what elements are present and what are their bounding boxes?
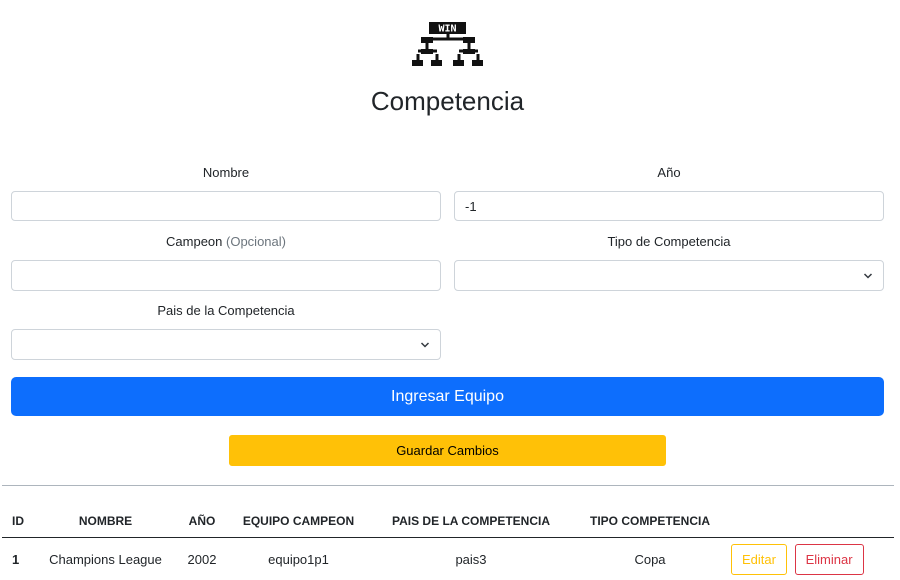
table-row: 1 Champions League 2002 equipo1p1 pais3 … [2,537,894,580]
header-nombre: NOMBRE [37,505,174,538]
cell-tipo: Copa [575,537,725,580]
competencias-table: ID NOMBRE AÑO EQUIPO CAMPEON PAIS DE LA … [2,505,894,580]
header-anio: AÑO [174,505,230,538]
logo-text: WIN [438,24,456,35]
anio-field-group: Año [454,164,884,221]
nombre-input[interactable] [11,191,441,221]
chevron-down-icon [863,273,873,279]
campeon-label: Campeon [166,234,223,249]
campeon-optional-hint: (Opcional) [226,234,286,249]
header-pais: PAIS DE LA COMPETENCIA [367,505,575,538]
tipo-label: Tipo de Competencia [607,234,731,249]
campeon-input[interactable] [11,260,441,291]
divider [2,485,894,486]
cell-id: 1 [2,537,37,580]
chevron-down-icon [420,342,430,348]
header-tipo: TIPO COMPETENCIA [575,505,725,538]
tipo-field-group: Tipo de Competencia [454,233,884,291]
tipo-select[interactable] [454,260,884,291]
cell-nombre: Champions League [37,537,174,580]
pais-field-group: Pais de la Competencia [11,302,441,360]
table-header-row: ID NOMBRE AÑO EQUIPO CAMPEON PAIS DE LA … [2,505,894,538]
cell-anio: 2002 [174,537,230,580]
page-title: Competencia [370,86,525,116]
nombre-label: Nombre [202,165,250,180]
delete-button[interactable]: Eliminar [794,543,864,575]
tournament-bracket-logo-icon: WIN [412,22,483,66]
campeon-label-row: Campeon (Opcional) [11,233,441,251]
guardar-cambios-button[interactable]: Guardar Cambios [229,435,666,466]
campeon-field-group: Campeon (Opcional) [11,233,441,291]
anio-label: Año [657,165,681,180]
cell-actions: Editar Eliminar [725,537,894,580]
edit-button[interactable]: Editar [731,543,787,575]
anio-input[interactable] [454,191,884,221]
cell-pais: pais3 [367,537,575,580]
header-id: ID [2,505,37,538]
header-equipo-campeon: EQUIPO CAMPEON [230,505,367,538]
nombre-field-group: Nombre [11,164,441,221]
header-actions [725,505,894,538]
pais-label: Pais de la Competencia [157,303,295,318]
ingresar-equipo-button[interactable]: Ingresar Equipo [11,377,884,416]
pais-select[interactable] [11,329,441,360]
cell-equipo: equipo1p1 [230,537,367,580]
